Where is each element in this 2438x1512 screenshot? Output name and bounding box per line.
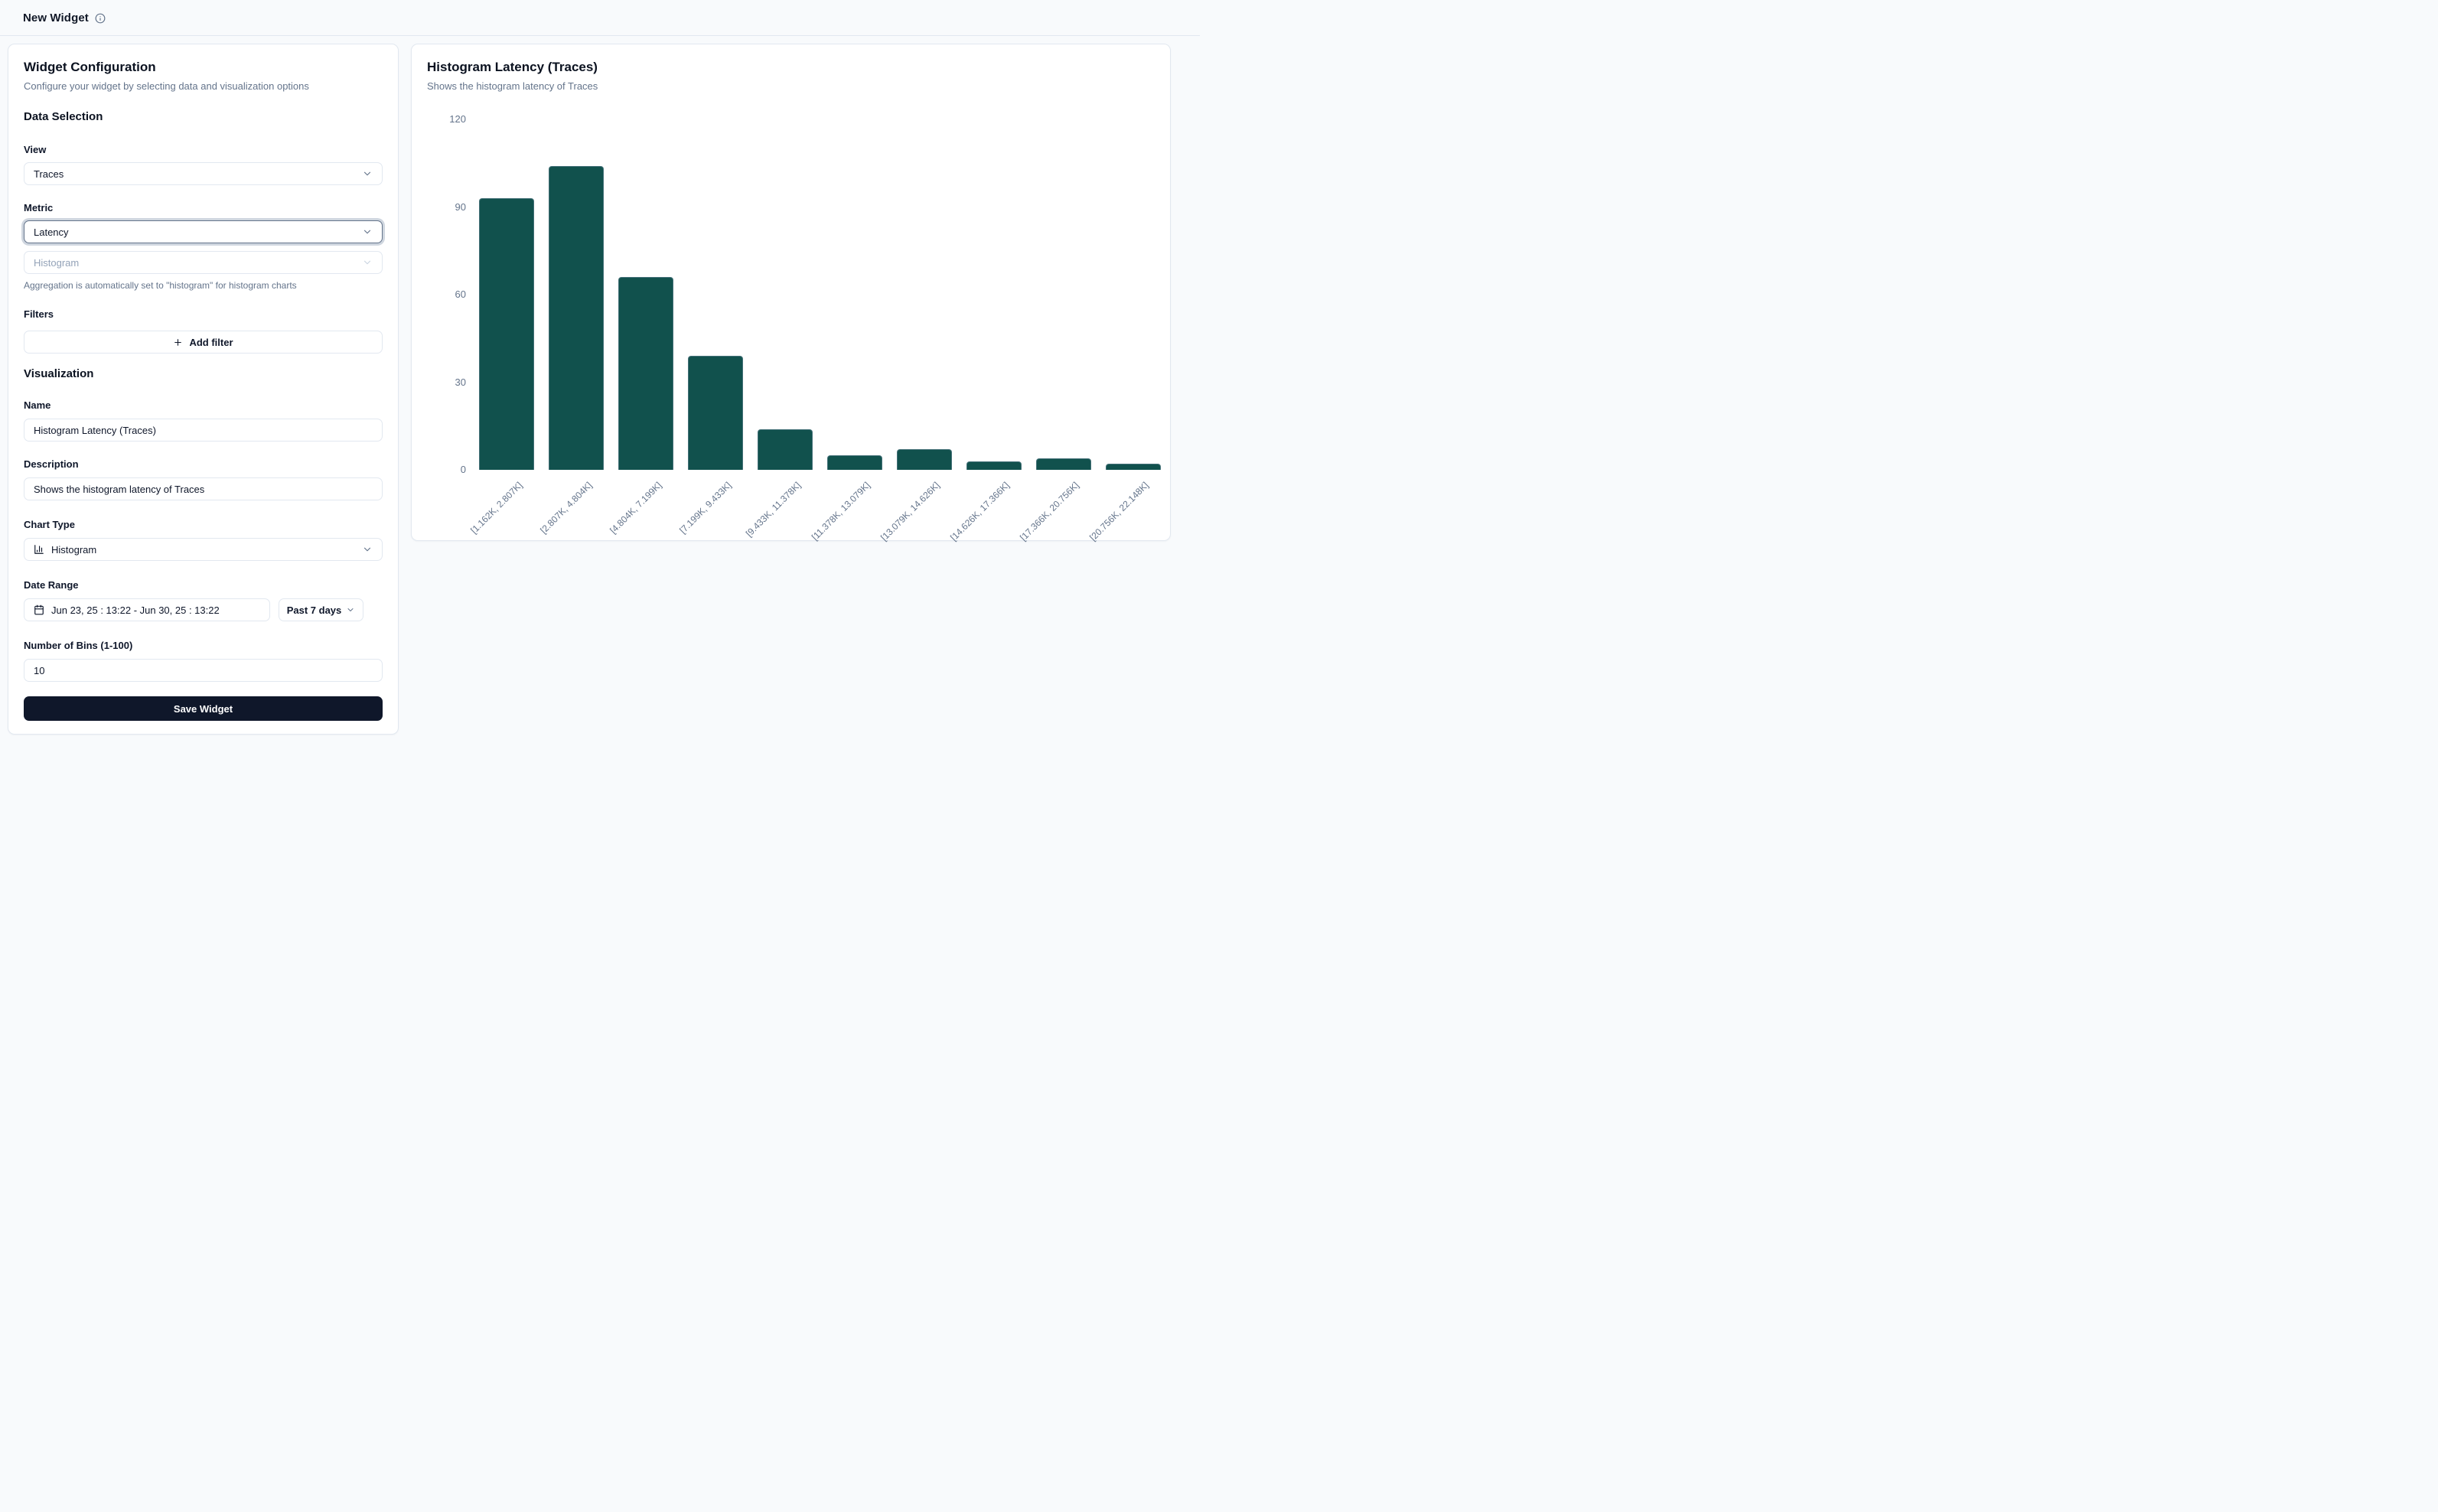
add-filter-label: Add filter (189, 337, 233, 348)
histogram-bar[interactable] (688, 356, 743, 470)
filters-label: Filters (24, 308, 383, 321)
chart-title: Histogram Latency (Traces) (427, 60, 1155, 75)
chart-preview-panel: Histogram Latency (Traces) Shows the his… (411, 44, 1171, 541)
name-label: Name (24, 399, 383, 412)
date-range-value: Jun 23, 25 : 13:22 - Jun 30, 25 : 13:22 (51, 604, 220, 616)
chart-type-label: Chart Type (24, 519, 383, 531)
chevron-down-icon (362, 226, 373, 237)
histogram-bar[interactable] (966, 461, 1022, 470)
save-widget-button[interactable]: Save Widget (24, 696, 383, 721)
page: New Widget Widget Configuration Configur… (0, 0, 1200, 744)
top-header: New Widget (0, 0, 1200, 36)
metric-select[interactable]: Latency (24, 220, 383, 243)
calendar-icon (34, 604, 44, 615)
date-preset-value: Past 7 days (287, 604, 342, 616)
histogram-bar[interactable] (897, 449, 952, 470)
chevron-down-icon (362, 168, 373, 179)
y-axis-tick-label: 30 (412, 376, 466, 389)
bar-chart-icon (34, 544, 44, 555)
histogram-bar[interactable] (1106, 464, 1161, 470)
description-label: Description (24, 458, 383, 471)
histogram-bar[interactable] (758, 429, 813, 470)
page-title: New Widget (23, 11, 89, 24)
aggregation-select: Histogram (24, 251, 383, 274)
chart-type-value: Histogram (51, 544, 96, 556)
bins-label: Number of Bins (1-100) (24, 640, 383, 652)
histogram-bar[interactable] (479, 198, 534, 470)
date-preset-button[interactable]: Past 7 days (279, 598, 363, 621)
histogram-bar[interactable] (618, 277, 673, 470)
y-axis-tick-label: 120 (412, 113, 466, 125)
chart-type-select[interactable]: Histogram (24, 538, 383, 561)
plus-icon (173, 337, 183, 347)
metric-select-value: Latency (34, 226, 69, 238)
data-selection-heading: Data Selection (24, 110, 383, 124)
info-icon[interactable] (95, 13, 106, 24)
aggregation-helper-text: Aggregation is automatically set to "his… (24, 280, 383, 292)
description-input[interactable] (24, 477, 383, 500)
bins-input[interactable] (24, 659, 383, 682)
chevron-down-icon (362, 257, 373, 268)
view-select-value: Traces (34, 168, 64, 180)
aggregation-select-value: Histogram (34, 257, 79, 269)
chevron-down-icon (362, 544, 373, 555)
chart-subtitle: Shows the histogram latency of Traces (427, 80, 1155, 93)
y-axis-tick-label: 90 (412, 201, 466, 213)
view-select[interactable]: Traces (24, 162, 383, 185)
y-axis-tick-label: 60 (412, 288, 466, 301)
histogram-bar[interactable] (827, 455, 882, 470)
date-range-button[interactable]: Jun 23, 25 : 13:22 - Jun 30, 25 : 13:22 (24, 598, 270, 621)
add-filter-button[interactable]: Add filter (24, 331, 383, 354)
histogram-bar[interactable] (1036, 458, 1091, 470)
config-panel-title: Widget Configuration (24, 60, 383, 75)
config-panel-subtitle: Configure your widget by selecting data … (24, 80, 383, 93)
widget-configuration-panel: Widget Configuration Configure your widg… (8, 44, 399, 735)
visualization-heading: Visualization (24, 367, 383, 381)
date-range-label: Date Range (24, 579, 383, 591)
chevron-down-icon (346, 605, 355, 614)
metric-label: Metric (24, 202, 383, 214)
histogram-chart: 0306090120 [1.162K, 2.807K][2.807K, 4.80… (412, 119, 1172, 543)
name-input[interactable] (24, 419, 383, 442)
histogram-bar[interactable] (549, 166, 604, 470)
view-label: View (24, 144, 383, 156)
y-axis-tick-label: 0 (412, 464, 466, 476)
